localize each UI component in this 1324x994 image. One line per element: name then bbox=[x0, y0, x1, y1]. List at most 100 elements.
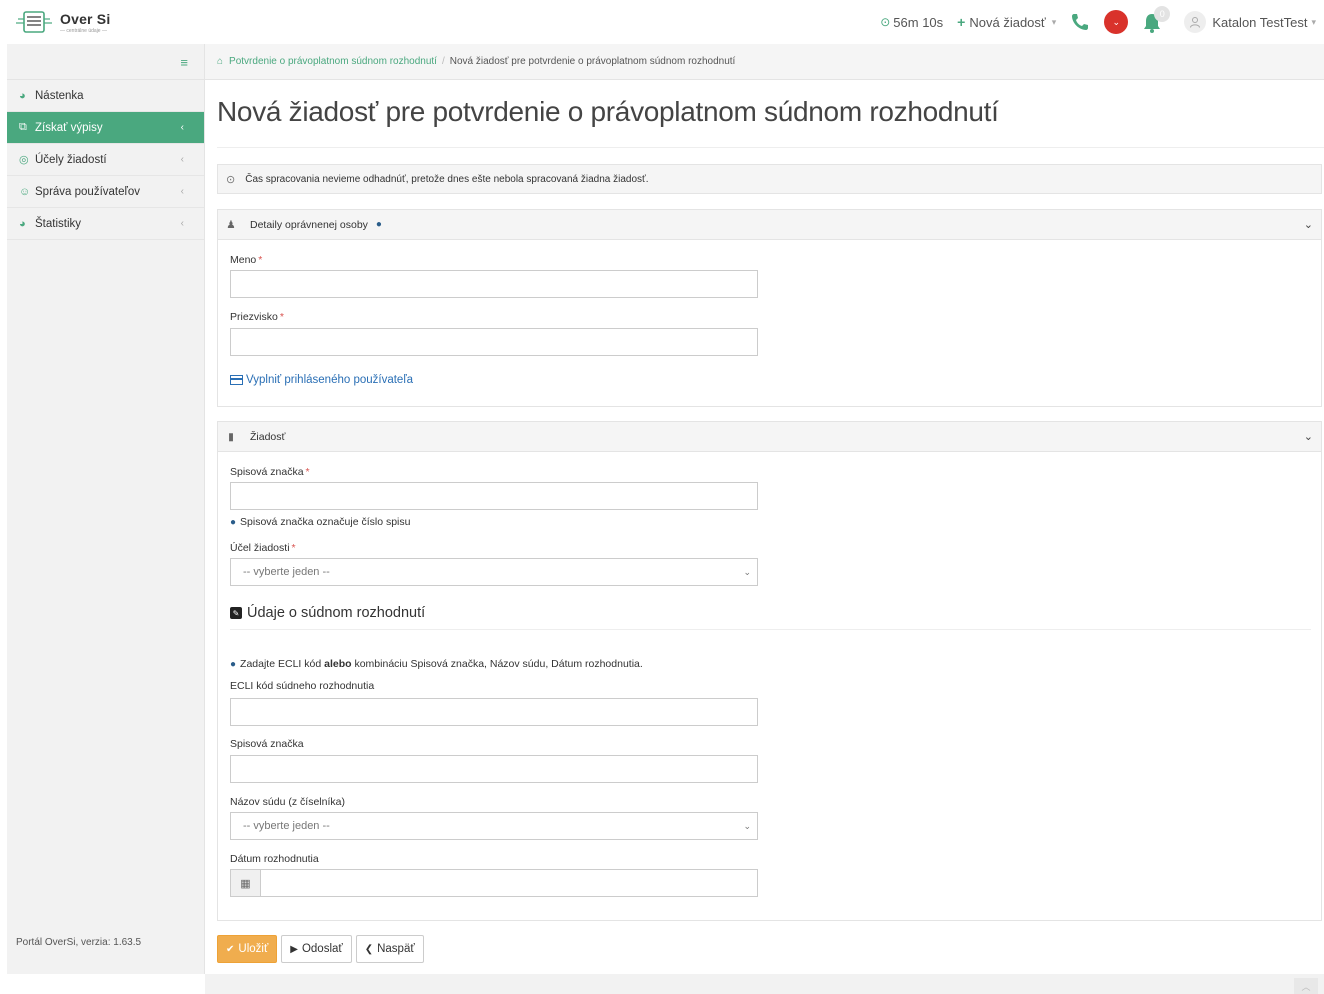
file-number-input[interactable] bbox=[230, 482, 758, 510]
decision-help: ● Zadajte ECLI kód alebo kombináciu Spis… bbox=[230, 658, 643, 670]
section-divider bbox=[230, 629, 1311, 630]
first-name-input[interactable] bbox=[230, 270, 758, 298]
check-icon: ✔ bbox=[226, 943, 235, 955]
notifications-button[interactable]: 0 bbox=[1142, 6, 1171, 34]
court-selected-value: -- vyberte jeden -- bbox=[243, 820, 330, 832]
phone-button[interactable] bbox=[1070, 12, 1090, 32]
chevron-down-icon: ⌄ bbox=[743, 821, 751, 831]
person-icon: ♟ bbox=[226, 218, 236, 231]
stats-icon: ◕ bbox=[19, 217, 26, 230]
last-name-input[interactable] bbox=[230, 328, 758, 356]
breadcrumb-link[interactable]: Potvrdenie o právoplatnom súdnom rozhodn… bbox=[229, 56, 437, 67]
chevron-left-icon: ‹ bbox=[180, 218, 184, 229]
sidebar-item-label: Správa používateľov bbox=[35, 185, 140, 198]
main-content: ⌂ Potvrdenie o právoplatnom súdnom rozho… bbox=[205, 44, 1324, 974]
calendar-icon[interactable]: ▦ bbox=[231, 870, 261, 896]
breadcrumb-separator: / bbox=[441, 56, 445, 67]
clock-icon: ⊙ bbox=[226, 173, 236, 186]
chevron-left-icon: ‹ bbox=[180, 122, 184, 133]
plus-icon: + bbox=[957, 14, 966, 30]
sidebar-item-label: Získať výpisy bbox=[35, 121, 103, 134]
user-name: Katalon TestTest bbox=[1212, 14, 1308, 30]
sidebar-item-request-purposes[interactable]: ◎ Účely žiadostí ‹ bbox=[7, 144, 204, 176]
top-navigation: ⊙ 56m 10s + Nová žiadosť ▾ ⌄ 0 Katalon T… bbox=[866, 0, 1316, 44]
record-icon: ⌄ bbox=[1104, 10, 1129, 34]
back-button[interactable]: ❮ Naspäť bbox=[355, 935, 424, 963]
target-icon: ◎ bbox=[19, 154, 29, 166]
last-name-label: Priezvisko * bbox=[230, 311, 284, 323]
request-panel: ▮ Žiadosť ⌄ Spisová značka * ● Spisová zn… bbox=[217, 421, 1322, 921]
ecli-input[interactable] bbox=[230, 698, 758, 726]
file-number-label: Spisová značka * bbox=[230, 466, 310, 478]
edit-icon: ✎ bbox=[230, 607, 242, 619]
chevron-down-icon: ⌄ bbox=[743, 567, 751, 577]
new-request-dropdown[interactable]: + Nová žiadosť ▾ bbox=[957, 14, 1056, 30]
decision-file-number-label: Spisová značka bbox=[230, 738, 304, 750]
purpose-select[interactable]: -- vyberte jeden -- ⌄ bbox=[230, 558, 758, 586]
decision-date-input[interactable] bbox=[261, 870, 757, 896]
sidebar-item-statistics[interactable]: ◕ Štatistiky ‹ bbox=[7, 208, 204, 240]
record-button[interactable]: ⌄ bbox=[1104, 10, 1129, 34]
logo-icon bbox=[16, 11, 52, 33]
info-icon[interactable]: ● bbox=[376, 219, 382, 230]
users-icon: ☺ bbox=[19, 185, 31, 198]
chevron-down-icon[interactable]: ⌄ bbox=[1304, 218, 1313, 231]
documents-icon: ⧉ bbox=[19, 121, 27, 133]
page-title: Nová žiadosť pre potvrdenie o právoplatn… bbox=[217, 96, 999, 127]
user-menu[interactable]: Katalon TestTest ▾ bbox=[1184, 11, 1316, 33]
file-icon: ▮ bbox=[228, 430, 234, 443]
form-actions: ✔ Uložiť ▶ Odoslať ❮ Naspäť bbox=[217, 935, 428, 963]
home-icon[interactable]: ⌂ bbox=[217, 56, 223, 67]
save-button[interactable]: ✔ Uložiť bbox=[217, 935, 278, 963]
sidebar-toggle-bar: ≡ bbox=[7, 44, 204, 80]
scroll-top-button[interactable]: ︿ bbox=[1294, 978, 1318, 994]
user-icon bbox=[1190, 17, 1201, 28]
sidebar-item-label: Účely žiadostí bbox=[35, 153, 107, 166]
clock-icon: ⊙ bbox=[880, 15, 891, 29]
decision-section-heading: ✎ Údaje o súdnom rozhodnutí bbox=[230, 605, 425, 621]
phone-icon bbox=[1072, 14, 1089, 30]
panel-header[interactable]: ♟ Detaily oprávnenej osoby ● ⌄ bbox=[218, 210, 1321, 240]
menu-toggle-icon[interactable]: ≡ bbox=[180, 55, 188, 70]
submit-button[interactable]: ▶ Odoslať bbox=[281, 935, 352, 963]
sidebar-item-dashboard[interactable]: ◕ Nástenka bbox=[7, 80, 204, 112]
info-message: Čas spracovania nevieme odhadnúť, pretož… bbox=[245, 173, 649, 185]
file-number-help: ● Spisová značka označuje číslo spisu bbox=[230, 516, 411, 528]
session-timer: ⊙ 56m 10s bbox=[880, 15, 943, 30]
play-icon: ▶ bbox=[290, 943, 298, 955]
new-request-label: Nová žiadosť bbox=[969, 14, 1046, 30]
court-name-select[interactable]: -- vyberte jeden -- ⌄ bbox=[230, 812, 758, 840]
purpose-label: Účel žiadosti * bbox=[230, 542, 296, 554]
notification-badge: 0 bbox=[1154, 6, 1171, 22]
first-name-label: Meno * bbox=[230, 254, 263, 266]
back-arrow-icon: ❮ bbox=[364, 943, 374, 955]
sidebar: ≡ ◕ Nástenka ⧉ Získať výpisy ‹ ◎ Účely ž… bbox=[7, 44, 205, 974]
panel-header[interactable]: ▮ Žiadosť ⌄ bbox=[218, 422, 1321, 452]
chevron-down-icon: ▾ bbox=[1311, 16, 1316, 27]
sidebar-item-get-extracts[interactable]: ⧉ Získať výpisy ‹ bbox=[7, 112, 204, 144]
decision-file-number-input[interactable] bbox=[230, 755, 758, 783]
session-timer-value: 56m 10s bbox=[893, 14, 944, 30]
chevron-down-icon: ▾ bbox=[1051, 16, 1057, 27]
version-footer: Portál OverSi, verzia: 1.63.5 bbox=[16, 937, 142, 948]
logo-subtitle: — centrálne údaje — bbox=[60, 27, 107, 34]
info-icon: ● bbox=[230, 516, 237, 528]
sidebar-item-label: Štatistiky bbox=[35, 217, 82, 230]
panel-title: Žiadosť bbox=[250, 430, 286, 443]
decision-date-label: Dátum rozhodnutia bbox=[230, 853, 319, 865]
avatar bbox=[1184, 11, 1207, 33]
fill-logged-user-link[interactable]: Vyplniť prihláseného používateľa bbox=[230, 374, 413, 386]
court-name-label: Názov súdu (z číselníka) bbox=[230, 796, 345, 808]
top-bar: Over Si — centrálne údaje — ⊙ 56m 10s + … bbox=[0, 0, 1324, 44]
panel-title: Detaily oprávnenej osoby bbox=[250, 218, 368, 231]
sidebar-item-user-management[interactable]: ☺ Správa používateľov ‹ bbox=[7, 176, 204, 208]
dashboard-icon: ◕ bbox=[19, 89, 26, 102]
app-logo[interactable]: Over Si — centrálne údaje — bbox=[16, 8, 110, 36]
breadcrumb-current: Nová žiadosť pre potvrdenie o právoplatn… bbox=[449, 56, 736, 67]
card-icon bbox=[230, 375, 243, 385]
processing-time-info: ⊙ Čas spracovania nevieme odhadnúť, pret… bbox=[217, 164, 1322, 194]
sidebar-item-label: Nástenka bbox=[35, 89, 84, 102]
chevron-down-icon[interactable]: ⌄ bbox=[1304, 430, 1313, 443]
chevron-left-icon: ‹ bbox=[180, 186, 184, 197]
chevron-left-icon: ‹ bbox=[180, 154, 184, 165]
